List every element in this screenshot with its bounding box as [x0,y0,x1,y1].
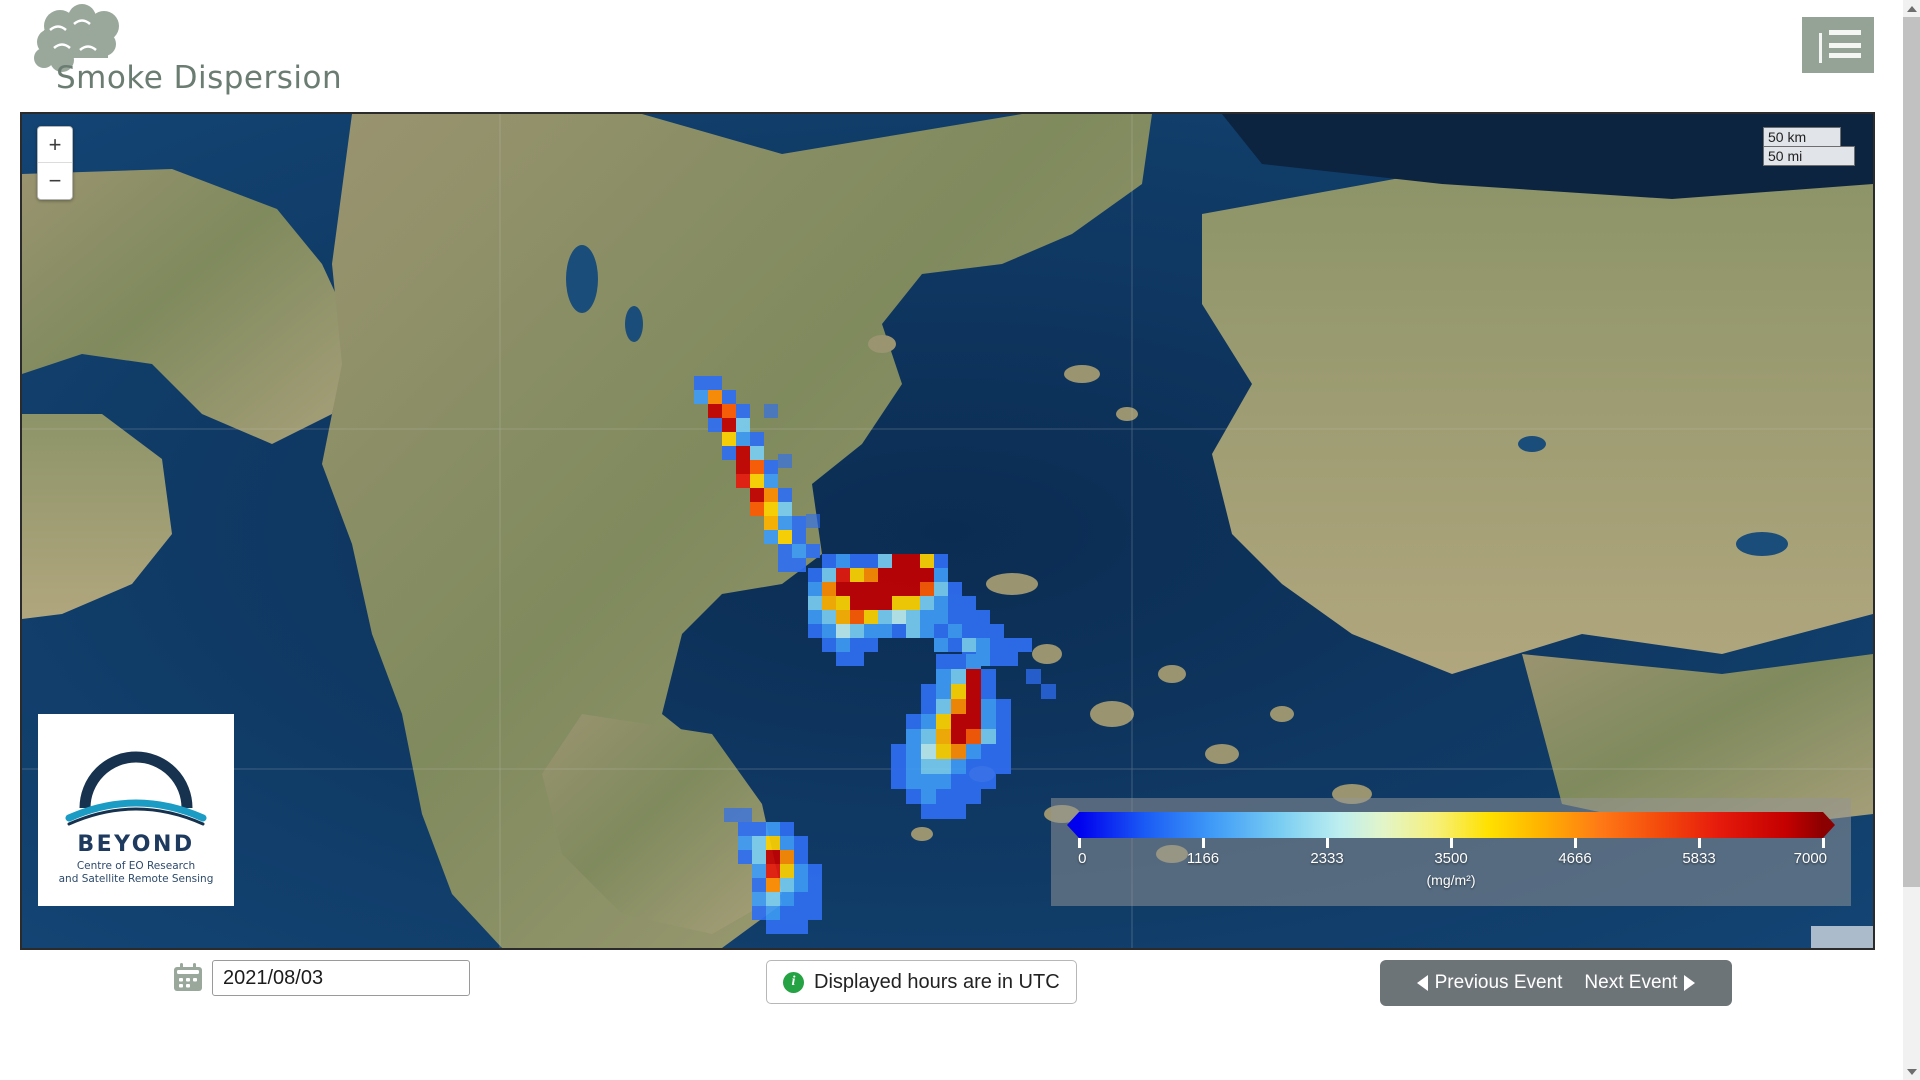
triangle-left-icon [1416,975,1428,991]
date-input[interactable] [212,960,470,996]
map-container[interactable]: + − 50 km 50 mi BEYOND Centre of EO Rese… [20,112,1875,950]
colorbar-tick [1078,838,1081,848]
colorbar-tick [1450,838,1453,848]
scroll-down-arrow-icon[interactable] [1903,1063,1920,1080]
previous-event-button[interactable]: Previous Event [1416,972,1563,994]
colorbar-tick-label: 7000 [1793,850,1828,867]
utc-notice-box: i Displayed hours are in UTC [766,960,1077,1004]
colorbar-tick [1326,838,1329,848]
beyond-logo: BEYOND Centre of EO Research and Satelli… [38,714,234,906]
beyond-logo-name: BEYOND [77,832,195,857]
triangle-right-icon [1684,975,1696,991]
map-attribution[interactable] [1811,926,1873,948]
beyond-subtitle-line2: and Satellite Remote Sensing [58,873,214,885]
next-event-button[interactable]: Next Event [1584,972,1696,994]
next-event-label: Next Event [1584,972,1678,993]
colorbar-unit-label: (mg/m²) [1426,872,1476,888]
colorbar-tick-label: 1166 [1186,850,1220,867]
colorbar-legend: 0 1166 2333 3500 4666 5833 7000 (mg/m²) [1051,798,1851,906]
colorbar-right-arrow-icon [1823,812,1835,838]
utc-notice-text: Displayed hours are in UTC [814,970,1060,993]
beyond-logo-mark [61,734,211,830]
brand: Smoke Dispersion [20,4,360,104]
zoom-out-button[interactable]: − [38,163,72,199]
map-canvas[interactable]: + − 50 km 50 mi BEYOND Centre of EO Rese… [22,114,1873,948]
colorbar-tick-label: 2333 [1310,850,1344,867]
scalebar-km: 50 km [1763,127,1841,146]
beyond-logo-subtitle: Centre of EO Research and Satellite Remo… [59,860,214,886]
colorbar-tick-label: 0 [1078,850,1087,867]
colorbar-tick [1574,838,1577,848]
colorbar-tick [1822,838,1825,848]
colorbar-gradient [1079,812,1823,838]
date-picker-group [172,960,470,996]
page-scrollbar[interactable] [1903,0,1920,1080]
scroll-up-arrow-icon[interactable] [1903,0,1920,17]
colorbar-left-arrow-icon [1067,812,1079,838]
colorbar-tick [1698,838,1701,848]
calendar-icon[interactable] [172,962,204,994]
hamburger-menu-button[interactable] [1802,17,1874,73]
map-zoom-controls[interactable]: + − [37,126,73,200]
previous-event-label: Previous Event [1434,972,1563,993]
page-header: Smoke Dispersion [0,0,1920,110]
colorbar-ticks [1078,838,1825,850]
colorbar-tick [1202,838,1205,848]
event-navigation: Previous Event Next Event [1380,960,1732,1006]
app-root: Smoke Dispersion + − 50 km 50 mi BEYOND … [0,0,1920,1080]
info-icon: i [783,971,804,993]
colorbar-tick-label: 5833 [1682,850,1716,867]
beyond-arc-icon [65,751,207,826]
page-title: Smoke Dispersion [56,60,343,96]
colorbar-row [1067,812,1835,838]
hamburger-menu-icon [1815,30,1861,63]
scrollbar-thumb[interactable] [1903,17,1920,887]
zoom-in-button[interactable]: + [38,127,72,163]
colorbar-tick-label: 4666 [1558,850,1592,867]
colorbar-tick-labels: 0 1166 2333 3500 4666 5833 7000 [1078,850,1827,870]
beyond-subtitle-line1: Centre of EO Research [76,860,196,872]
map-scalebar: 50 km 50 mi [1763,127,1855,166]
scalebar-mi: 50 mi [1763,146,1855,166]
colorbar-tick-label: 3500 [1434,850,1468,867]
